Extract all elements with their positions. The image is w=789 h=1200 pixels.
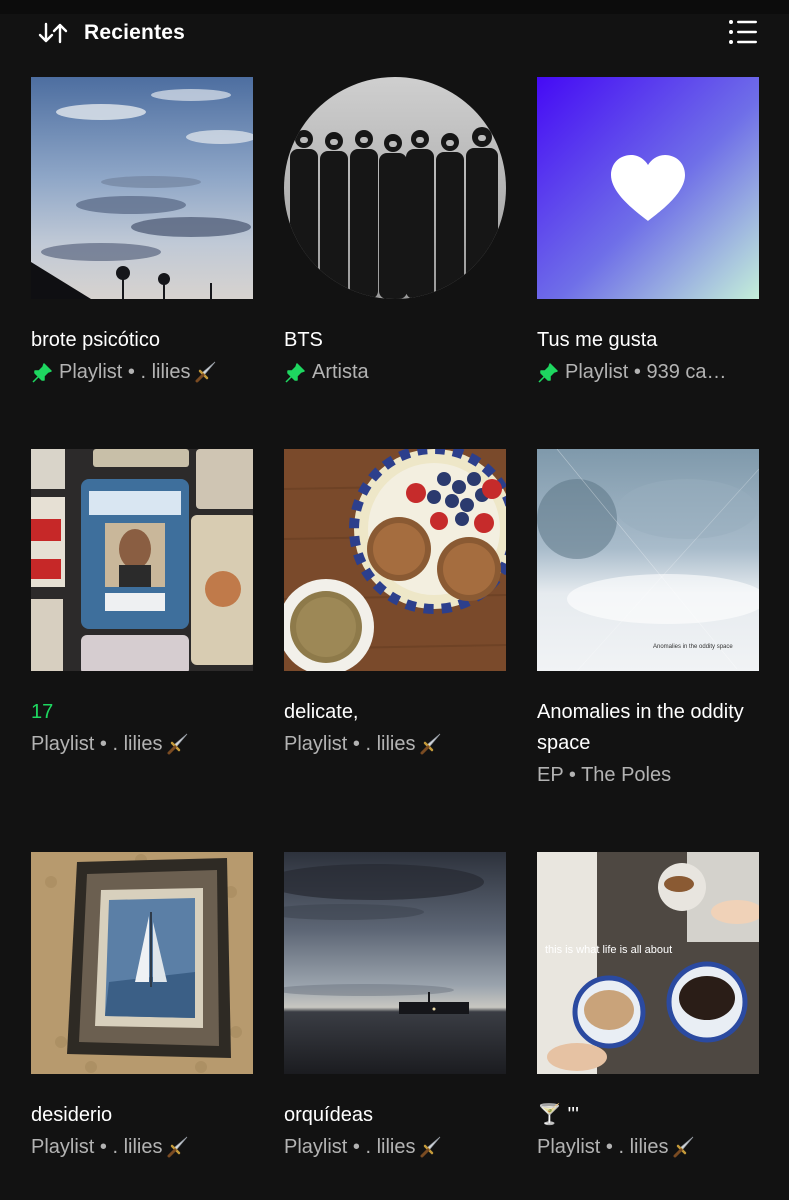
item-subtitle-text: Playlist • . lilies: [59, 361, 191, 383]
item-title: desiderio: [31, 1104, 113, 1126]
item-title: 17: [31, 701, 54, 723]
artist-photo: [284, 77, 506, 299]
item-subtitle-text: Playlist • . lilies: [31, 1136, 163, 1158]
library-item[interactable]: brote psicótico Playlist • . lilies: [31, 77, 253, 389]
library-item[interactable]: delicate, Playlist • . lilies: [284, 449, 506, 761]
item-subtitle-text: EP • The Poles: [537, 764, 672, 786]
item-subtitle-text: Playlist • . lilies: [537, 1136, 669, 1158]
pin-icon: [537, 362, 559, 384]
dagger-icon: [164, 732, 190, 758]
liked-songs-cover: [537, 77, 759, 299]
cover-caption: Anomalies in the oddity space: [653, 644, 733, 650]
pin-icon: [284, 362, 306, 384]
library-item[interactable]: orquídeas Playlist • . lilies: [284, 852, 506, 1164]
library-item[interactable]: Anomalies in the oddity space Anomalies …: [537, 449, 759, 792]
library-item[interactable]: 17 Playlist • . lilies: [31, 449, 253, 761]
cover-art-coffee: this is what life is all about: [537, 852, 759, 1074]
item-subtitle: EP • The Poles: [537, 759, 759, 792]
cover-art-collage: [31, 449, 253, 671]
item-subtitle-text: Playlist • . lilies: [284, 733, 416, 755]
item-subtitle-text: Artista: [312, 361, 369, 383]
item-subtitle: Playlist • 939 ca…: [537, 356, 759, 389]
cover-art-breakfast: [284, 449, 506, 671]
cover-art-dusk: [284, 852, 506, 1074]
item-subtitle-text: Playlist • 939 ca…: [565, 361, 727, 383]
item-title: Anomalies in the oddity space: [537, 701, 744, 754]
item-title: brote psicótico: [31, 329, 160, 351]
item-title: 🍸 ''': [537, 1104, 579, 1126]
cover-caption: this is what life is all about: [545, 944, 673, 956]
item-subtitle: Playlist • . lilies: [284, 728, 506, 761]
pin-icon: [31, 362, 53, 384]
library-item[interactable]: BTS Artista: [284, 77, 506, 389]
dagger-icon: [417, 732, 443, 758]
dagger-icon: [417, 1135, 443, 1161]
item-subtitle: Playlist • . lilies: [31, 1131, 253, 1164]
library-grid: brote psicótico Playlist • . lilies BTS …: [0, 0, 789, 1200]
item-title: delicate,: [284, 701, 359, 723]
item-subtitle: Playlist • . lilies: [31, 728, 253, 761]
item-subtitle: Artista: [284, 356, 506, 389]
dagger-icon: [192, 360, 218, 386]
library-item[interactable]: desiderio Playlist • . lilies: [31, 852, 253, 1164]
dagger-icon: [670, 1135, 696, 1161]
library-item[interactable]: this is what life is all about 🍸 ''' Pla…: [537, 852, 759, 1164]
item-title: Tus me gusta: [537, 329, 658, 351]
item-subtitle-text: Playlist • . lilies: [31, 733, 163, 755]
dagger-icon: [164, 1135, 190, 1161]
cover-art-anomalies: Anomalies in the oddity space: [537, 449, 759, 671]
library-item[interactable]: Tus me gusta Playlist • 939 ca…: [537, 77, 759, 389]
item-subtitle: Playlist • . lilies: [31, 356, 253, 389]
item-subtitle: Playlist • . lilies: [537, 1131, 759, 1164]
item-subtitle: Playlist • . lilies: [284, 1131, 506, 1164]
cover-art-painting: [31, 852, 253, 1074]
item-title: orquídeas: [284, 1104, 373, 1126]
item-title: BTS: [284, 329, 323, 351]
cover-art-sky: [31, 77, 253, 299]
item-subtitle-text: Playlist • . lilies: [284, 1136, 416, 1158]
